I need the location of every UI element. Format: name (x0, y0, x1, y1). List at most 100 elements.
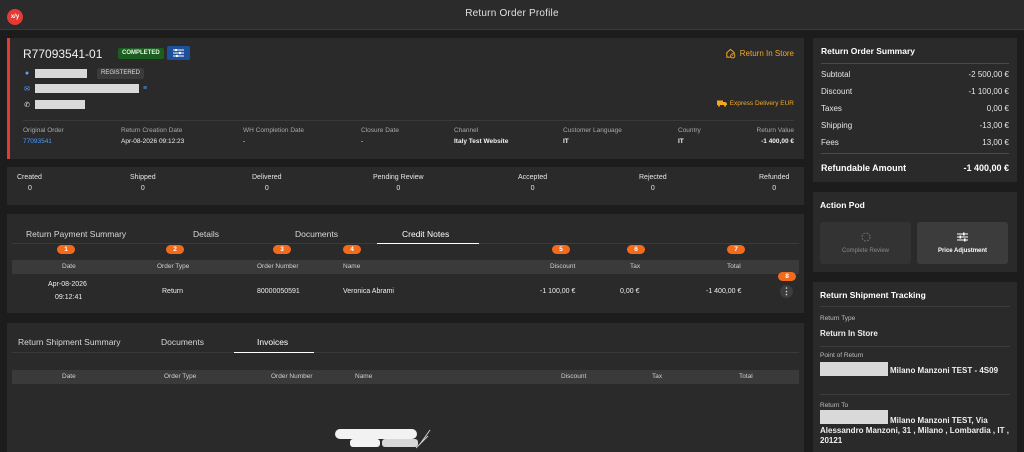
tab-return-payment-summary[interactable]: Return Payment Summary (26, 229, 126, 239)
row-date: Apr-08-2026 (48, 281, 87, 288)
spinner-icon (861, 232, 870, 242)
order-header-card: R77093541-01 COMPLETED Return In Store ●… (7, 38, 804, 159)
summary-value: -2 500,00 € (968, 70, 1009, 79)
shipment-tabs: Return Shipment Summary Documents Invoic… (12, 329, 799, 353)
row-name: Veronica Abrami (343, 288, 394, 295)
tab-details[interactable]: Details (193, 229, 219, 239)
delivery-method: Express Delivery EUR (716, 100, 794, 107)
tab-invoices[interactable]: Invoices (257, 337, 288, 347)
status-refunded: Refunded 0 (759, 174, 789, 192)
marker-5: 5 (552, 245, 570, 254)
summary-value: 0,00 € (986, 104, 1009, 113)
meta-value: Apr-08-2026 09:12:23 (121, 138, 185, 145)
order-menu-button[interactable] (167, 46, 190, 60)
status-counters: Created 0 Shipped 0 Delivered 0 Pending … (7, 167, 804, 205)
status-delivered: Delivered 0 (252, 174, 282, 192)
return-shipment-tracking: Return Shipment Tracking Return Type Ret… (813, 282, 1017, 452)
refundable-amount-row: Refundable Amount -1 400,00 € (821, 163, 1009, 173)
marker-1: 1 (57, 245, 75, 254)
status-label: Shipped (130, 174, 156, 181)
summary-divider (821, 63, 1009, 64)
summary-value: -1 100,00 € (968, 87, 1009, 96)
status-count: 0 (650, 185, 655, 192)
redacted-email[interactable] (35, 84, 139, 93)
row-more-options-icon[interactable]: ⋮ (780, 285, 793, 298)
row-order-type: Return (162, 288, 184, 295)
tab-return-shipment-summary[interactable]: Return Shipment Summary (18, 337, 121, 347)
return-type-value: Return In Store (820, 329, 878, 338)
active-tab-indicator (377, 243, 479, 244)
status-label: Rejected (639, 174, 667, 181)
tab-credit-notes[interactable]: Credit Notes (402, 229, 449, 239)
status-badge: COMPLETED (118, 48, 164, 59)
copy-icon[interactable]: ≡ (143, 85, 147, 92)
meta-value: Italy Test Website (454, 138, 509, 145)
price-adjustment-button[interactable]: Price Adjustment (917, 222, 1008, 264)
phone-icon: ✆ (24, 101, 30, 109)
summary-row-fees: Fees 13,00 € (821, 138, 1009, 147)
summary-value: 13,00 € (982, 138, 1009, 147)
col-discount: Discount (561, 373, 587, 380)
meta-value: -1 400,00 € (761, 138, 794, 145)
col-total: Total (727, 263, 741, 270)
customer-status-badge: REGISTERED (97, 68, 145, 79)
status-rejected: Rejected 0 (639, 174, 667, 192)
complete-review-button[interactable]: Complete Review (820, 222, 911, 264)
adjustments-icon (957, 232, 968, 242)
meta-label: Return Creation Date (121, 127, 183, 134)
shipment-panel: Return Shipment Summary Documents Invoic… (7, 323, 804, 452)
tracking-divider (820, 346, 1010, 347)
complete-review-label: Complete Review (841, 248, 890, 254)
col-name: Name (343, 263, 361, 270)
summary-label: Fees (821, 138, 839, 147)
tab-shipment-documents[interactable]: Documents (161, 337, 204, 347)
status-count: 0 (396, 185, 401, 192)
return-type-indicator: Return In Store (725, 48, 794, 59)
meta-return-value: Return Value -1 400,00 € (747, 127, 794, 145)
row-tax: 0,00 € (620, 288, 640, 295)
meta-label: WH Completion Date (243, 127, 305, 134)
header-divider (23, 120, 794, 121)
sliders-icon (173, 49, 184, 57)
status-label: Refunded (759, 174, 790, 181)
col-order-number: Order Number (271, 373, 313, 380)
status-label: Created (17, 174, 42, 181)
tracking-divider (820, 306, 1010, 307)
payment-tabs: Return Payment Summary Details Documents… (12, 222, 799, 244)
col-name: Name (355, 373, 373, 380)
meta-label: Original Order (23, 127, 64, 134)
col-tax: Tax (630, 263, 641, 270)
return-order-summary: Return Order Summary Subtotal -2 500,00 … (813, 38, 1017, 182)
meta-country: Country IT (678, 127, 701, 145)
marker-3: 3 (273, 245, 291, 254)
original-order-link[interactable]: 77093541 (23, 138, 64, 145)
marker-6: 6 (627, 245, 645, 254)
status-label: Pending Review (373, 174, 424, 181)
refundable-label: Refundable Amount (821, 163, 907, 173)
col-order-type: Order Type (164, 373, 197, 380)
redacted-name (35, 69, 87, 78)
meta-value: - (243, 138, 246, 145)
summary-value: -13,00 € (979, 121, 1009, 130)
marker-4: 4 (343, 245, 361, 254)
summary-label: Shipping (821, 121, 853, 130)
refundable-value: -1 400,00 € (963, 163, 1009, 173)
redacted-phone (35, 100, 85, 109)
summary-divider (821, 153, 1009, 154)
summary-label: Subtotal (821, 70, 851, 79)
price-adjustment-label: Price Adjustment (937, 248, 988, 254)
credit-notes-header: Date Order Type Order Number Name Discou… (12, 260, 799, 274)
summary-title: Return Order Summary (821, 46, 915, 56)
tab-documents[interactable]: Documents (295, 229, 338, 239)
customer-phone-row: ✆ (23, 100, 85, 109)
customer-email-row: ✉ ≡ (23, 84, 147, 93)
tracking-divider (820, 394, 1010, 395)
meta-channel: Channel Italy Test Website (454, 127, 508, 145)
status-pending-review: Pending Review 0 (373, 174, 424, 192)
col-order-type: Order Type (157, 263, 190, 270)
table-row[interactable]: Apr-08-2026 09:12:41 Return 80000050591 … (12, 272, 799, 310)
status-label: Delivered (252, 174, 282, 181)
delivery-label: Express Delivery EUR (729, 100, 794, 107)
action-pod: Action Pod Complete Review Price Adjustm… (813, 192, 1017, 272)
truck-icon (716, 100, 727, 107)
